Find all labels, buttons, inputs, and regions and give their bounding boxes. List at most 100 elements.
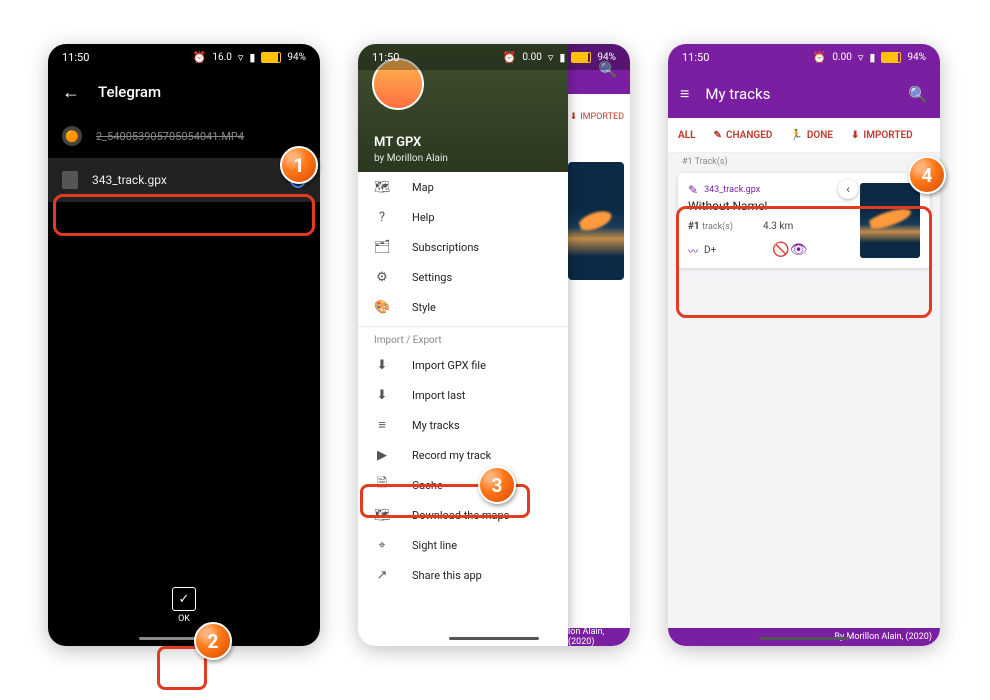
chevron-left-icon[interactable]: ‹	[838, 179, 858, 199]
screenshot-drawer: 🔍 11:50 ⏰ 0.00 ▿ ▮ 94% ⬇ IMPORTED MT GPX…	[358, 44, 630, 646]
avatar-icon: 🟠	[62, 126, 82, 146]
download-icon: ⬇	[570, 112, 578, 122]
tab-imported[interactable]: ⬇IMPORTED	[851, 130, 913, 141]
tab-changed[interactable]: ✎CHANGED	[714, 130, 773, 141]
share-icon: ↗	[374, 568, 390, 583]
net-speed: 0.00	[832, 52, 852, 63]
ok-button[interactable]: OK	[165, 587, 203, 624]
track-dplus: D+	[704, 245, 716, 256]
drawer-item-record[interactable]: ▶Record my track	[358, 440, 568, 470]
home-indicator	[449, 637, 539, 640]
gear-icon: ⚙	[374, 270, 390, 285]
menu-icon[interactable]: ≡	[680, 84, 689, 104]
check-icon	[172, 587, 196, 611]
net-speed: 16.0	[212, 52, 232, 63]
signal-icon: ▮	[559, 51, 565, 64]
drawer-item-subscriptions[interactable]: 🗂Subscriptions	[358, 232, 568, 262]
track-filename: 343_track.gpx	[704, 185, 760, 195]
tab-all[interactable]: ALL	[678, 130, 696, 141]
drawer-item-help[interactable]: ?Help	[358, 202, 568, 232]
wifi-icon: ▿	[238, 51, 244, 64]
drawer-item-cache[interactable]: 🗎Cache	[358, 470, 568, 500]
track-card[interactable]: ‹ ✎ 343_track.gpx Without Name! #1 track…	[678, 173, 930, 268]
alarm-icon: ⏰	[503, 51, 517, 64]
battery-pct: 94%	[907, 52, 926, 63]
search-icon[interactable]: 🔍	[908, 85, 928, 104]
alarm-icon: ⏰	[813, 51, 827, 64]
drawer-subtitle: by Morillon Alain	[374, 153, 448, 164]
runner-icon: 🏃	[790, 130, 802, 141]
drawer-section: Import / Export	[358, 326, 568, 350]
track-name: Without Name!	[688, 199, 850, 213]
clock: 11:50	[62, 51, 89, 64]
drawer-item-my-tracks[interactable]: ≡My tracks	[358, 410, 568, 440]
track-distance: 4.3 km	[763, 221, 793, 232]
pencil-icon: ✎	[688, 183, 698, 197]
main-under-drawer: ⬇ IMPORTED	[568, 94, 630, 646]
status-bar: 11:50 ⏰ 16.0 ▿ ▮ 94%	[48, 44, 320, 70]
map-icon: 🗺	[374, 508, 390, 523]
download-icon: ⬇	[374, 358, 390, 373]
navigation-drawer: MT GPX by Morillon Alain 🗺Map ?Help 🗂Sub…	[358, 44, 568, 646]
file-icon	[62, 171, 78, 189]
track-thumbnail[interactable]	[860, 183, 920, 258]
file-icon: 🗎	[374, 474, 390, 496]
screenshot-telegram: 11:50 ⏰ 16.0 ▿ ▮ 94% ← Telegram 🟠 2_5400…	[48, 44, 320, 646]
chart-icon: 〰	[688, 243, 698, 258]
step-badge-2: 2	[194, 622, 232, 660]
drawer-item-sight-line[interactable]: ⌖Sight line	[358, 530, 568, 560]
drawer-item-share[interactable]: ↗Share this app	[358, 560, 568, 590]
drawer-list: 🗺Map ?Help 🗂Subscriptions ⚙Settings 🎨Sty…	[358, 172, 568, 646]
clock: 11:50	[372, 51, 399, 64]
track-thumbnail[interactable]	[568, 162, 624, 280]
page-title: My tracks	[705, 85, 892, 103]
wifi-icon: ▿	[548, 51, 554, 64]
alarm-icon: ⏰	[193, 51, 207, 64]
download-icon: ⬇	[374, 388, 390, 403]
battery-pct: 94%	[287, 52, 306, 63]
step-badge-1: 1	[280, 146, 318, 184]
file-name: 343_track.gpx	[92, 173, 167, 187]
net-speed: 0.00	[522, 52, 542, 63]
app-bar: ≡ My tracks 🔍	[668, 70, 940, 118]
palette-icon: 🎨	[374, 300, 390, 315]
step-badge-3: 3	[478, 466, 516, 504]
battery-icon	[571, 52, 591, 63]
telegram-header: ← Telegram	[48, 70, 320, 114]
battery-icon	[261, 52, 281, 63]
tabs: ALL ✎CHANGED 🏃DONE ⬇IMPORTED	[668, 118, 940, 153]
help-icon: ?	[374, 210, 390, 225]
battery-pct: 94%	[597, 52, 616, 63]
app-title: Telegram	[98, 83, 161, 101]
target-icon: ⌖	[374, 538, 390, 553]
signal-icon: ▮	[249, 51, 255, 64]
screenshot-my-tracks: 11:50 ⏰ 0.00 ▿ ▮ 94% ≡ My tracks 🔍 ALL ✎…	[668, 44, 940, 646]
drawer-item-settings[interactable]: ⚙Settings	[358, 262, 568, 292]
back-icon[interactable]: ←	[62, 82, 80, 103]
tab-done[interactable]: 🏃DONE	[790, 130, 833, 141]
footer-credit: lon Alain, (2020)	[568, 628, 630, 646]
file-row-mp4[interactable]: 🟠 2_540053905705054041.MP4	[48, 114, 320, 158]
clock: 11:50	[682, 51, 709, 64]
signal-icon: ▮	[869, 51, 875, 64]
map-icon: 🗺	[374, 180, 390, 195]
drawer-item-download-maps[interactable]: 🗺Download the maps	[358, 500, 568, 530]
step-badge-4: 4	[908, 156, 946, 194]
drawer-item-map[interactable]: 🗺Map	[358, 172, 568, 202]
play-icon: ▶	[374, 448, 390, 463]
visibility-off-icon[interactable]: 🚫👁	[772, 242, 807, 258]
status-bar: 11:50 ⏰ 0.00 ▿ ▮ 94%	[358, 44, 630, 70]
pencil-icon: ✎	[714, 130, 722, 141]
status-bar: 11:50 ⏰ 0.00 ▿ ▮ 94%	[668, 44, 940, 70]
drawer-title: MT GPX	[374, 135, 421, 150]
track-count: #1 Track(s)	[668, 153, 940, 167]
download-icon: ⬇	[851, 130, 859, 141]
drawer-item-style[interactable]: 🎨Style	[358, 292, 568, 322]
list-icon: ≡	[374, 417, 390, 433]
file-name: 2_540053905705054041.MP4	[96, 130, 244, 143]
drawer-item-import-last[interactable]: ⬇Import last	[358, 380, 568, 410]
drawer-item-import-gpx[interactable]: ⬇Import GPX file	[358, 350, 568, 380]
battery-icon	[881, 52, 901, 63]
wifi-icon: ▿	[858, 51, 864, 64]
tab-imported[interactable]: ⬇ IMPORTED	[570, 112, 624, 122]
